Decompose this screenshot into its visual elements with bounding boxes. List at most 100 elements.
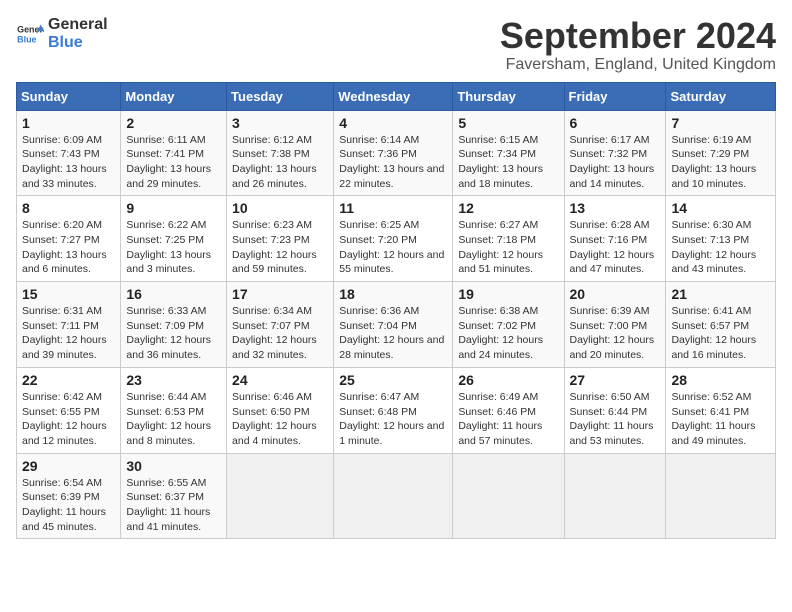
day-info: Sunrise: 6:28 AMSunset: 7:16 PMDaylight:…	[570, 218, 661, 277]
day-info: Sunrise: 6:49 AMSunset: 6:46 PMDaylight:…	[458, 390, 558, 449]
day-info: Sunrise: 6:30 AMSunset: 7:13 PMDaylight:…	[671, 218, 770, 277]
col-saturday: Saturday	[666, 82, 776, 110]
table-row: 17Sunrise: 6:34 AMSunset: 7:07 PMDayligh…	[227, 282, 334, 368]
table-row: 7Sunrise: 6:19 AMSunset: 7:29 PMDaylight…	[666, 110, 776, 196]
day-number: 6	[570, 115, 661, 131]
day-info: Sunrise: 6:25 AMSunset: 7:20 PMDaylight:…	[339, 218, 447, 277]
day-info: Sunrise: 6:12 AMSunset: 7:38 PMDaylight:…	[232, 133, 328, 192]
day-info: Sunrise: 6:14 AMSunset: 7:36 PMDaylight:…	[339, 133, 447, 192]
day-info: Sunrise: 6:50 AMSunset: 6:44 PMDaylight:…	[570, 390, 661, 449]
table-row: 19Sunrise: 6:38 AMSunset: 7:02 PMDayligh…	[453, 282, 564, 368]
title-area: September 2024 Faversham, England, Unite…	[500, 16, 776, 74]
table-row: 11 Sunrise: 6:25 AMSunset: 7:20 PMDayligh…	[334, 196, 453, 282]
day-number: 24	[232, 372, 328, 388]
day-info: Sunrise: 6:55 AMSunset: 6:37 PMDaylight:…	[126, 476, 221, 535]
col-thursday: Thursday	[453, 82, 564, 110]
svg-text:Blue: Blue	[17, 34, 36, 44]
day-number: 11	[339, 200, 447, 216]
table-row: 5Sunrise: 6:15 AMSunset: 7:34 PMDaylight…	[453, 110, 564, 196]
day-info: Sunrise: 6:27 AMSunset: 7:18 PMDaylight:…	[458, 218, 558, 277]
day-number: 13	[570, 200, 661, 216]
table-row: 21 Sunrise: 6:41 AMSunset: 6:57 PMDayligh…	[666, 282, 776, 368]
table-row: 20 Sunrise: 6:39 AMSunset: 7:00 PMDayligh…	[564, 282, 666, 368]
table-row: 24 Sunrise: 6:46 AMSunset: 6:50 PMDayligh…	[227, 367, 334, 453]
day-info: Sunrise: 6:52 AMSunset: 6:41 PMDaylight:…	[671, 390, 770, 449]
day-number: 3	[232, 115, 328, 131]
table-row: 26 Sunrise: 6:49 AMSunset: 6:46 PMDayligh…	[453, 367, 564, 453]
col-monday: Monday	[121, 82, 227, 110]
logo-text-line2: Blue	[48, 34, 108, 52]
day-info: Sunrise: 6:20 AMSunset: 7:27 PMDaylight:…	[22, 218, 115, 277]
day-info: Sunrise: 6:39 AMSunset: 7:00 PMDaylight:…	[570, 304, 661, 363]
day-info: Sunrise: 6:36 AMSunset: 7:04 PMDaylight:…	[339, 304, 447, 363]
logo: General Blue General Blue	[16, 16, 108, 51]
day-number: 29	[22, 458, 115, 474]
table-row: 13 Sunrise: 6:28 AMSunset: 7:16 PMDayligh…	[564, 196, 666, 282]
col-friday: Friday	[564, 82, 666, 110]
calendar-week-row: 22Sunrise: 6:42 AMSunset: 6:55 PMDayligh…	[17, 367, 776, 453]
day-number: 1	[22, 115, 115, 131]
day-info: Sunrise: 6:41 AMSunset: 6:57 PMDaylight:…	[671, 304, 770, 363]
day-info: Sunrise: 6:47 AMSunset: 6:48 PMDaylight:…	[339, 390, 447, 449]
table-row	[227, 453, 334, 539]
day-info: Sunrise: 6:11 AMSunset: 7:41 PMDaylight:…	[126, 133, 221, 192]
day-info: Sunrise: 6:38 AMSunset: 7:02 PMDaylight:…	[458, 304, 558, 363]
day-number: 12	[458, 200, 558, 216]
logo-icon: General Blue	[16, 20, 44, 48]
table-row: 16Sunrise: 6:33 AMSunset: 7:09 PMDayligh…	[121, 282, 227, 368]
day-info: Sunrise: 6:46 AMSunset: 6:50 PMDaylight:…	[232, 390, 328, 449]
day-info: Sunrise: 6:19 AMSunset: 7:29 PMDaylight:…	[671, 133, 770, 192]
table-row: 12 Sunrise: 6:27 AMSunset: 7:18 PMDayligh…	[453, 196, 564, 282]
table-row: 4 Sunrise: 6:14 AMSunset: 7:36 PMDaylight…	[334, 110, 453, 196]
table-row	[666, 453, 776, 539]
calendar-week-row: 29 Sunrise: 6:54 AMSunset: 6:39 PMDayligh…	[17, 453, 776, 539]
table-row: 15Sunrise: 6:31 AMSunset: 7:11 PMDayligh…	[17, 282, 121, 368]
table-row: 27 Sunrise: 6:50 AMSunset: 6:44 PMDayligh…	[564, 367, 666, 453]
table-row: 25 Sunrise: 6:47 AMSunset: 6:48 PMDayligh…	[334, 367, 453, 453]
table-row: 9Sunrise: 6:22 AMSunset: 7:25 PMDaylight…	[121, 196, 227, 282]
table-row: 6Sunrise: 6:17 AMSunset: 7:32 PMDaylight…	[564, 110, 666, 196]
calendar-table: Sunday Monday Tuesday Wednesday Thursday…	[16, 82, 776, 540]
calendar-week-row: 15Sunrise: 6:31 AMSunset: 7:11 PMDayligh…	[17, 282, 776, 368]
table-row: 30 Sunrise: 6:55 AMSunset: 6:37 PMDayligh…	[121, 453, 227, 539]
day-number: 26	[458, 372, 558, 388]
day-number: 25	[339, 372, 447, 388]
day-number: 9	[126, 200, 221, 216]
day-info: Sunrise: 6:54 AMSunset: 6:39 PMDaylight:…	[22, 476, 115, 535]
table-row: 2Sunrise: 6:11 AMSunset: 7:41 PMDaylight…	[121, 110, 227, 196]
table-row	[453, 453, 564, 539]
day-number: 20	[570, 286, 661, 302]
table-row: 10Sunrise: 6:23 AMSunset: 7:23 PMDayligh…	[227, 196, 334, 282]
table-row: 18 Sunrise: 6:36 AMSunset: 7:04 PMDayligh…	[334, 282, 453, 368]
calendar-week-row: 8Sunrise: 6:20 AMSunset: 7:27 PMDaylight…	[17, 196, 776, 282]
day-number: 18	[339, 286, 447, 302]
header-row: Sunday Monday Tuesday Wednesday Thursday…	[17, 82, 776, 110]
day-number: 30	[126, 458, 221, 474]
calendar-week-row: 1 Sunrise: 6:09 AMSunset: 7:43 PMDaylight…	[17, 110, 776, 196]
day-info: Sunrise: 6:09 AMSunset: 7:43 PMDaylight:…	[22, 133, 115, 192]
table-row: 1 Sunrise: 6:09 AMSunset: 7:43 PMDaylight…	[17, 110, 121, 196]
day-number: 23	[126, 372, 221, 388]
col-wednesday: Wednesday	[334, 82, 453, 110]
table-row	[564, 453, 666, 539]
day-number: 22	[22, 372, 115, 388]
col-sunday: Sunday	[17, 82, 121, 110]
day-info: Sunrise: 6:34 AMSunset: 7:07 PMDaylight:…	[232, 304, 328, 363]
table-row	[334, 453, 453, 539]
day-info: Sunrise: 6:23 AMSunset: 7:23 PMDaylight:…	[232, 218, 328, 277]
day-number: 16	[126, 286, 221, 302]
table-row: 22Sunrise: 6:42 AMSunset: 6:55 PMDayligh…	[17, 367, 121, 453]
day-info: Sunrise: 6:31 AMSunset: 7:11 PMDaylight:…	[22, 304, 115, 363]
logo-text-line1: General	[48, 16, 108, 34]
day-number: 21	[671, 286, 770, 302]
day-number: 27	[570, 372, 661, 388]
table-row: 23 Sunrise: 6:44 AMSunset: 6:53 PMDayligh…	[121, 367, 227, 453]
table-row: 3 Sunrise: 6:12 AMSunset: 7:38 PMDaylight…	[227, 110, 334, 196]
day-number: 14	[671, 200, 770, 216]
col-tuesday: Tuesday	[227, 82, 334, 110]
day-number: 4	[339, 115, 447, 131]
table-row: 28Sunrise: 6:52 AMSunset: 6:41 PMDayligh…	[666, 367, 776, 453]
day-info: Sunrise: 6:44 AMSunset: 6:53 PMDaylight:…	[126, 390, 221, 449]
table-row: 14 Sunrise: 6:30 AMSunset: 7:13 PMDayligh…	[666, 196, 776, 282]
day-number: 5	[458, 115, 558, 131]
